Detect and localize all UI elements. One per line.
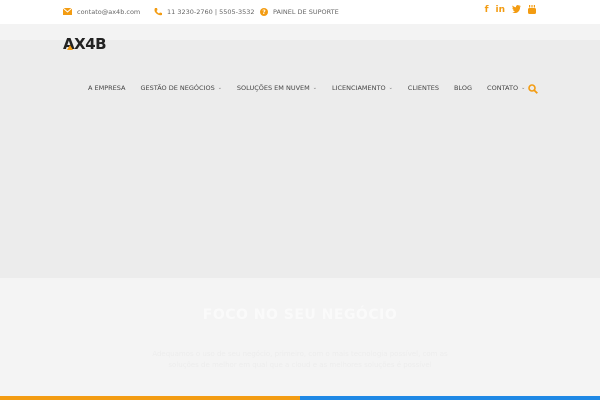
question-icon: ? <box>259 7 268 16</box>
svg-text:?: ? <box>262 9 266 16</box>
nav-item-empresa[interactable]: A EMPRESA <box>88 84 125 92</box>
color-bar-orange <box>0 396 300 400</box>
social-links: f in <box>485 5 536 17</box>
header-area <box>0 24 600 278</box>
hero-text-line-2: soluções de melhor em qual que a cloud e… <box>168 361 432 369</box>
hero-section <box>0 278 600 400</box>
nav-item-blog[interactable]: BLOG <box>454 84 472 92</box>
main-nav: A EMPRESA GESTÃO DE NEGÓCIOS ⌄ SOLUÇÕES E… <box>88 84 540 92</box>
nav-item-solucoes[interactable]: SOLUÇÕES EM NUVEM ⌄ <box>237 84 317 92</box>
support-link[interactable]: ? PAINEL DE SUPORTE <box>259 7 339 16</box>
nav-item-gestao[interactable]: GESTÃO DE NEGÓCIOS ⌄ <box>140 84 221 92</box>
email-text: contato@ax4b.com <box>77 7 141 16</box>
envelope-icon <box>63 7 72 16</box>
ax4b-logo[interactable]: AX4B <box>63 35 107 53</box>
twitter-icon[interactable] <box>512 5 521 17</box>
nav-item-contato[interactable]: CONTATO ⌄ <box>487 84 525 92</box>
support-text: PAINEL DE SUPORTE <box>273 7 339 16</box>
contact-phone[interactable]: 11 3230-2760 | 5505-3532 <box>153 7 255 16</box>
nav-item-clientes[interactable]: CLIENTES <box>408 84 439 92</box>
chevron-down-icon: ⌄ <box>388 85 393 91</box>
hero-title: FOCO NO SEU NEGÓCIO <box>202 307 398 323</box>
color-bar <box>0 396 600 400</box>
top-bar: contato@ax4b.com 11 3230-2760 | 5505-353… <box>0 0 600 24</box>
youtube-icon[interactable] <box>528 5 536 17</box>
linkedin-icon[interactable]: in <box>496 5 506 17</box>
search-icon[interactable] <box>528 79 538 94</box>
phone-icon <box>153 7 162 16</box>
hero-text-line-1: Adequamos o uso de seu negócio, primeiro… <box>152 350 448 358</box>
nav-item-licenciamento[interactable]: LICENCIAMENTO ⌄ <box>332 84 393 92</box>
facebook-icon[interactable]: f <box>485 5 489 17</box>
chevron-down-icon: ⌄ <box>521 85 526 91</box>
chevron-down-icon: ⌄ <box>217 85 222 91</box>
phone-text: 11 3230-2760 | 5505-3532 <box>167 7 255 16</box>
logo-accent-mark <box>67 45 73 50</box>
chevron-down-icon: ⌄ <box>312 85 317 91</box>
contact-email[interactable]: contato@ax4b.com <box>63 7 140 16</box>
